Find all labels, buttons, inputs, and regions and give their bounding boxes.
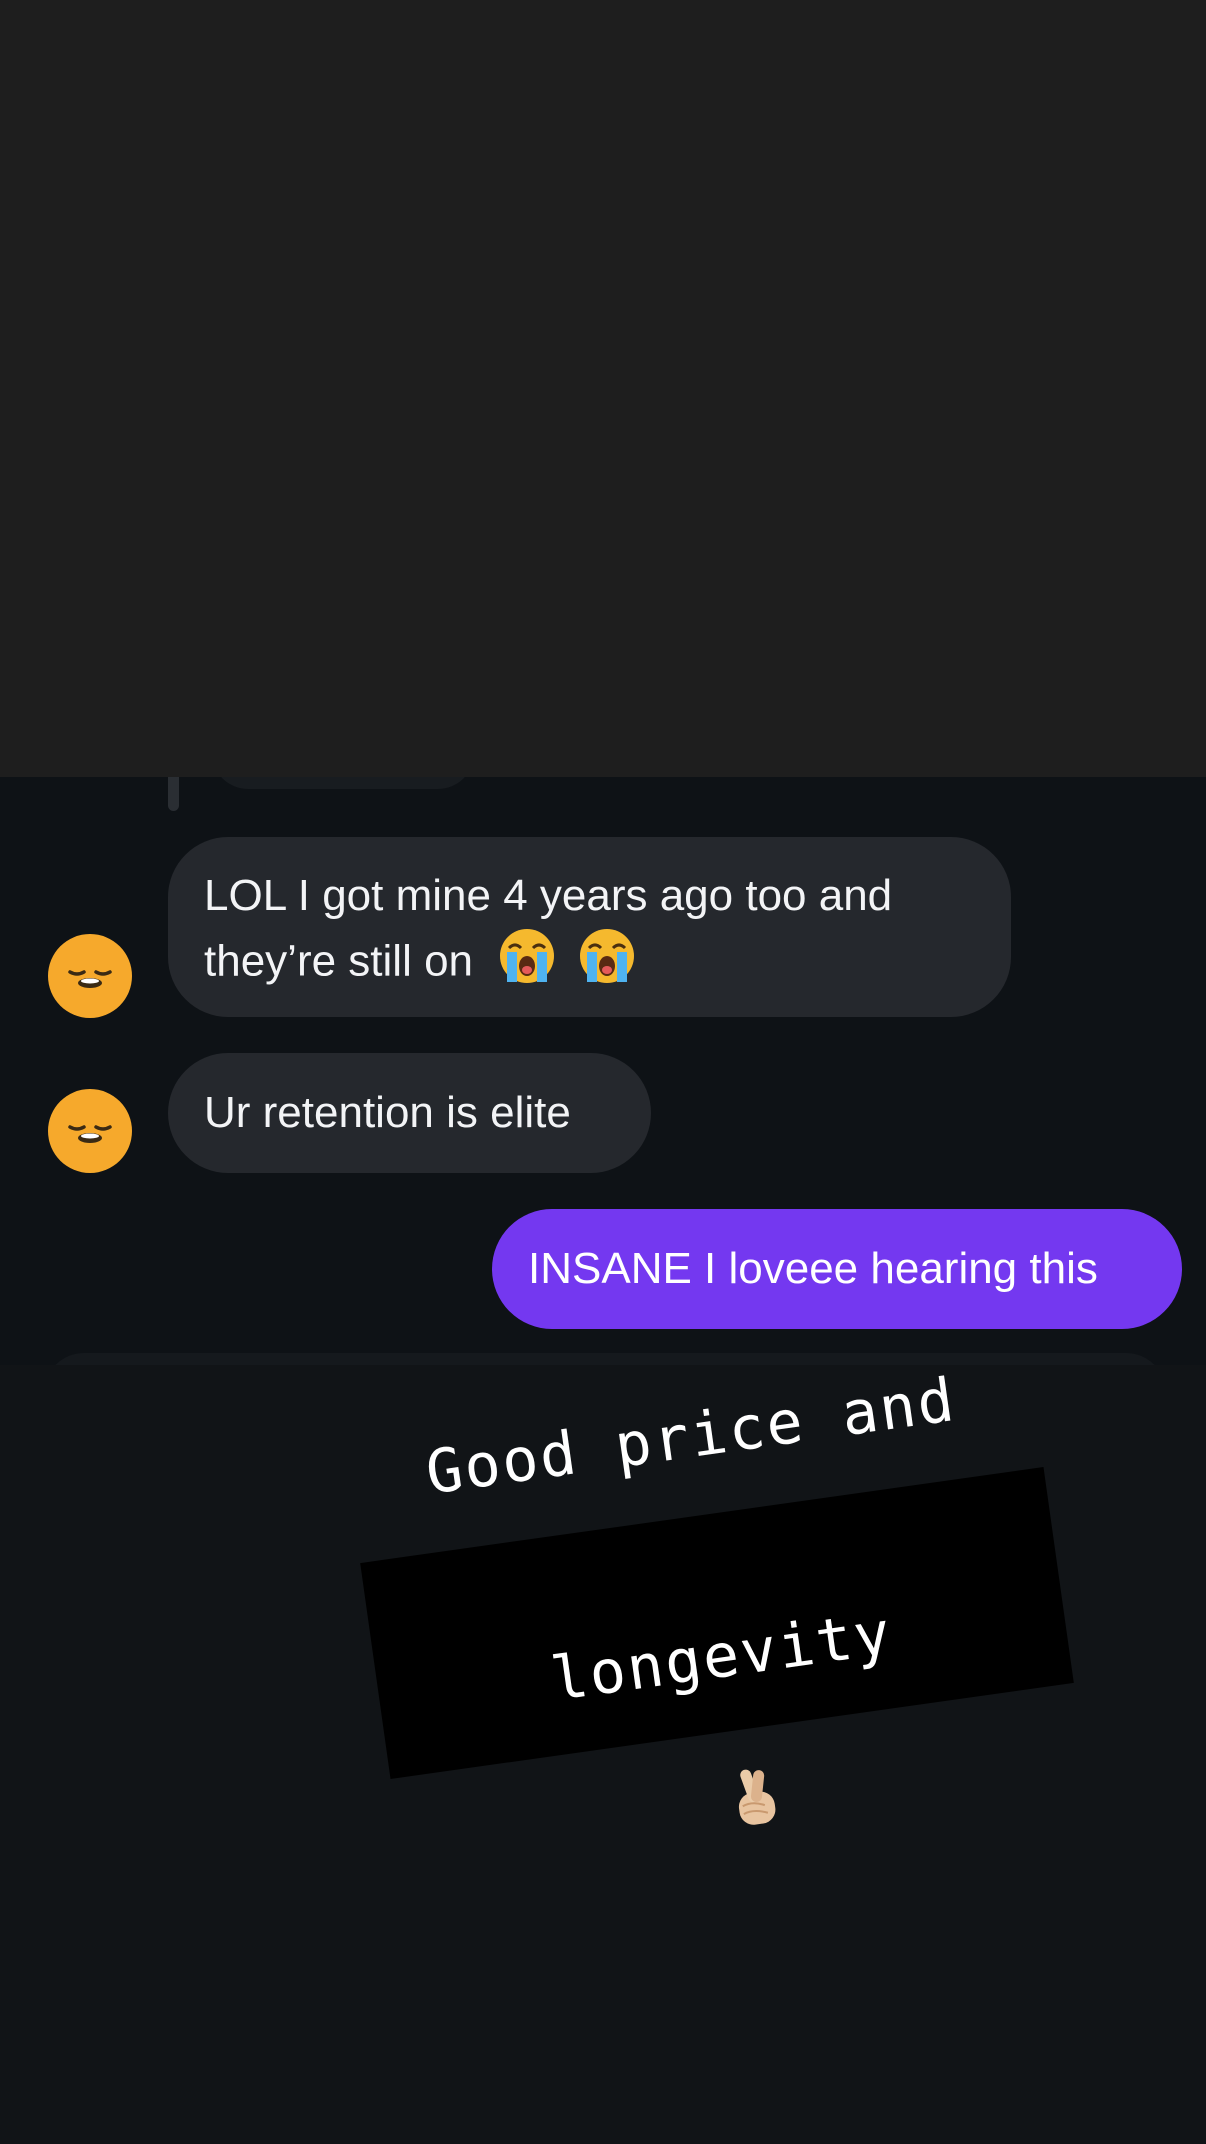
sticker-line: longevity [442, 1509, 1013, 1883]
sticker-text: Good price and longevity [411, 1289, 1023, 1956]
loudly-crying-face-emoji [577, 926, 637, 1002]
incoming-message-bubble[interactable]: LOL I got mine 4 years ago too and they’… [168, 837, 1011, 1017]
incoming-message-bubble[interactable]: Ur retention is elite [168, 1053, 651, 1173]
top-overlay [0, 0, 1206, 777]
sleepy-face-avatar-icon[interactable] [48, 934, 132, 1018]
message-text: INSANE I loveee hearing this [528, 1244, 1098, 1293]
message-text: they’re still on [204, 936, 474, 986]
reply-indicator-bar [168, 777, 179, 811]
message-text: Ur retention is elite [204, 1088, 571, 1137]
crossed-fingers-emoji [713, 1687, 790, 1848]
previous-message-bubble [212, 777, 474, 789]
text-sticker[interactable]: Good price and longevity [360, 1365, 1074, 1825]
message-text-line: LOL I got mine 4 years ago too and [204, 871, 893, 920]
sticker-line: Good price and [421, 1364, 960, 1509]
chat-screenshot: LOL I got mine 4 years ago too and they’… [0, 777, 1206, 1365]
sleepy-face-avatar-icon[interactable] [48, 1089, 132, 1173]
story-screen: LOL I got mine 4 years ago too and they’… [0, 0, 1206, 2144]
message-text-line: they’re still on [204, 926, 975, 1002]
loudly-crying-face-emoji [497, 926, 557, 1002]
